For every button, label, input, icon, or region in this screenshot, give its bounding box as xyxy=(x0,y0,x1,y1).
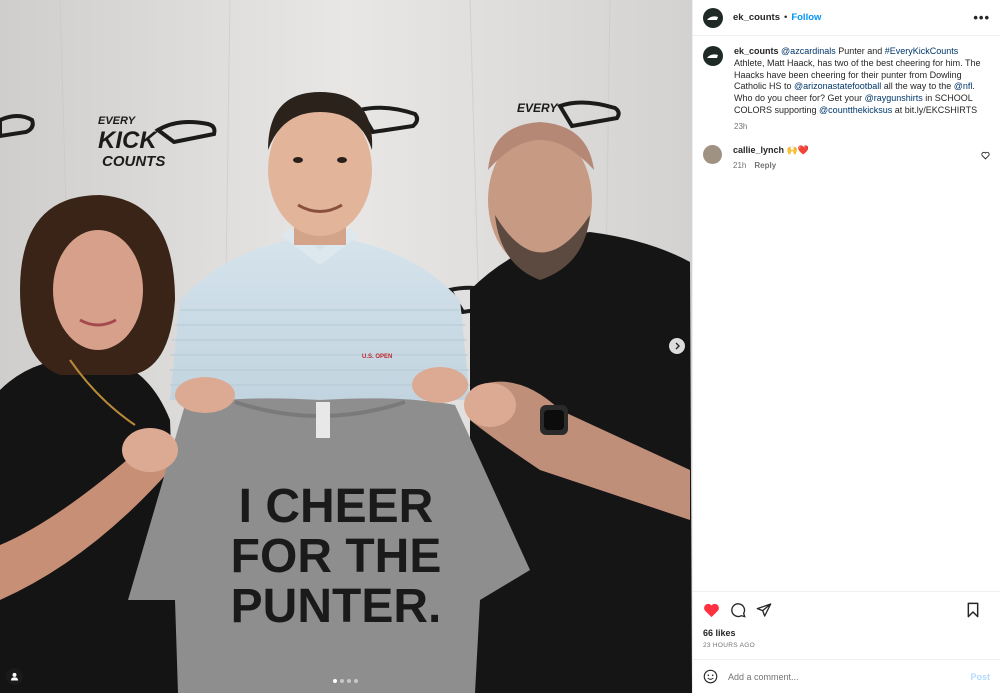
avatar[interactable] xyxy=(703,144,722,164)
caption-username[interactable]: ek_counts xyxy=(734,46,779,56)
add-comment-bar: Add a comment... Post xyxy=(693,659,1000,693)
reply-button[interactable]: Reply xyxy=(754,161,776,170)
comment-item: callie_lynch 🙌❤️ 21h Reply xyxy=(703,144,990,173)
polo-logo: U.S. OPEN xyxy=(362,354,392,360)
shirt-line-1: I CHEER xyxy=(239,480,434,533)
carousel-dot-3 xyxy=(347,679,351,683)
comment-text: callie_lynch 🙌❤️ 21h Reply xyxy=(733,145,973,173)
paper-plane-icon xyxy=(756,603,772,617)
tagged-users-button[interactable] xyxy=(6,668,23,685)
caption: ek_counts @azcardinals Punter and #Every… xyxy=(703,46,990,133)
post-photo: EVERY KICK COUNTS EVERY U.S. OPEN I CHEE… xyxy=(0,0,692,693)
user-tag-icon xyxy=(10,672,19,681)
post-media[interactable]: EVERY KICK COUNTS EVERY U.S. OPEN I CHEE… xyxy=(0,0,692,693)
ekc-logo-icon xyxy=(707,54,718,58)
action-bar xyxy=(703,598,990,622)
comments-section: ek_counts @azcardinals Punter and #Every… xyxy=(693,36,1000,591)
follow-button[interactable]: Follow xyxy=(791,12,821,23)
save-button[interactable] xyxy=(966,602,980,618)
caption-link[interactable]: @raygunshirts xyxy=(865,93,923,103)
comment-meta: 21h Reply xyxy=(733,160,973,172)
t-shirt: I CHEER FOR THE PUNTER. xyxy=(128,398,530,693)
caption-time: 23h xyxy=(734,121,748,131)
post-view: EVERY KICK COUNTS EVERY U.S. OPEN I CHEE… xyxy=(0,0,1000,693)
header-separator: • xyxy=(784,12,788,23)
post-author-username[interactable]: ek_counts xyxy=(733,12,780,23)
caption-body: @azcardinals Punter and #EveryKickCounts… xyxy=(734,46,980,115)
post-header: ek_counts • Follow ••• xyxy=(693,0,1000,36)
like-comment-icon[interactable] xyxy=(981,151,990,160)
post-timestamp: 23 HOURS AGO xyxy=(703,642,756,649)
backdrop-logo-line-1: EVERY xyxy=(98,115,137,127)
caption-text-segment: Punter and xyxy=(835,46,885,56)
backdrop-logo-line-2: KICK xyxy=(98,127,158,154)
like-button[interactable] xyxy=(703,602,720,618)
caption-link[interactable]: #EveryKickCounts xyxy=(885,46,959,56)
share-button[interactable] xyxy=(756,602,772,618)
backdrop-logo-line-3: COUNTS xyxy=(102,153,165,170)
avatar[interactable] xyxy=(703,46,723,66)
backdrop-logo2-line-1: EVERY xyxy=(517,101,558,115)
caption-text-segment: at bit.ly/EKCSHIRTS xyxy=(892,104,978,115)
comment-bubble-icon xyxy=(731,603,746,618)
ekc-logo-icon xyxy=(707,15,718,20)
comment-button[interactable] xyxy=(730,602,746,618)
post-sidebar: ek_counts • Follow ••• ek_counts @azcard… xyxy=(692,0,1000,693)
avatar[interactable] xyxy=(703,7,723,28)
post-actions: 66 likes 23 HOURS AGO xyxy=(693,591,1000,649)
comment-time: 21h xyxy=(733,161,747,171)
carousel-dot-2 xyxy=(340,679,344,683)
bookmark-icon xyxy=(967,602,979,618)
shirt-line-3: PUNTER. xyxy=(231,580,442,633)
carousel-dot-1 xyxy=(333,679,337,683)
comment-input[interactable]: Add a comment... xyxy=(728,672,799,682)
heart-filled-icon xyxy=(704,603,719,618)
post-comment-button[interactable]: Post xyxy=(970,672,990,682)
comment-body: 🙌❤️ xyxy=(786,144,809,155)
comment-username[interactable]: callie_lynch xyxy=(733,145,784,155)
caption-link[interactable]: @countthekicksus xyxy=(819,105,892,115)
caption-text: ek_counts @azcardinals Punter and #Every… xyxy=(734,46,984,133)
more-options-button[interactable]: ••• xyxy=(973,10,990,25)
shirt-line-2: FOR THE xyxy=(231,530,442,583)
caption-link[interactable]: @arizonastatefootball xyxy=(794,81,881,91)
carousel-next-button[interactable] xyxy=(669,338,685,354)
carousel-dot-4 xyxy=(354,679,358,683)
caption-text-segment: all the way to the xyxy=(881,81,954,92)
smiley-icon[interactable] xyxy=(703,669,718,684)
like-count[interactable]: 66 likes xyxy=(703,628,990,638)
caption-link[interactable]: @azcardinals xyxy=(781,46,836,56)
carousel-indicator xyxy=(333,679,358,683)
chevron-right-icon xyxy=(675,342,680,350)
caption-link[interactable]: @nfl xyxy=(954,81,973,91)
